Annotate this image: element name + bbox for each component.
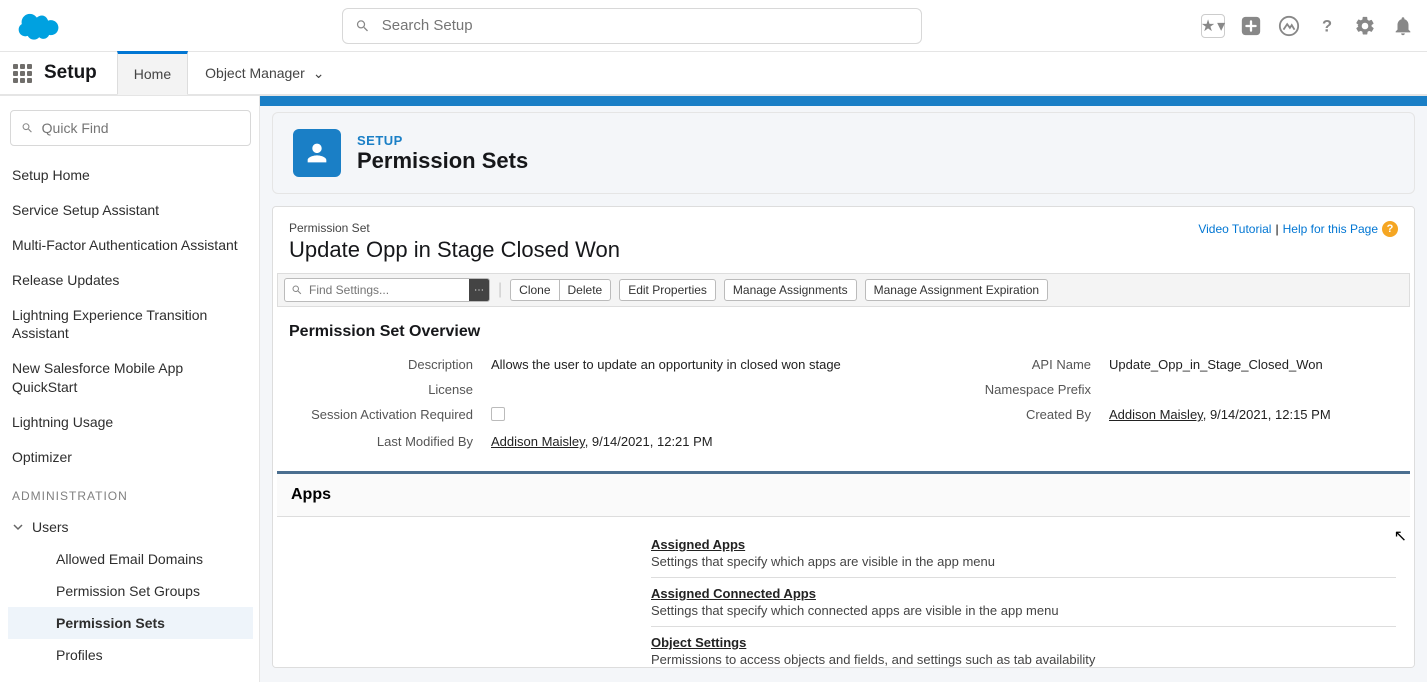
- quick-find[interactable]: [10, 110, 251, 146]
- record-title: Update Opp in Stage Closed Won: [289, 237, 620, 263]
- search-icon: [291, 284, 303, 296]
- field-label: Namespace Prefix: [939, 378, 1099, 401]
- field-value: [483, 403, 937, 428]
- main-content: SETUP Permission Sets Permission Set Upd…: [260, 96, 1427, 682]
- field-value: [1101, 378, 1396, 401]
- delete-button[interactable]: Delete: [559, 279, 612, 301]
- breadcrumb: Permission Set Update Opp in Stage Close…: [289, 221, 620, 263]
- find-settings-go-icon[interactable]: ⋯: [469, 279, 489, 301]
- field-value: Addison Maisley, 9/14/2021, 12:21 PM: [483, 430, 937, 453]
- overview-heading: Permission Set Overview: [289, 323, 1398, 341]
- permission-set-icon: [293, 129, 341, 177]
- field-value: Allows the user to update an opportunity…: [483, 353, 937, 376]
- find-settings[interactable]: ⋯: [284, 278, 490, 302]
- svg-text:?: ?: [1322, 17, 1332, 35]
- trailhead-icon[interactable]: [1277, 14, 1301, 38]
- chevron-down-icon: ⌄: [313, 65, 325, 82]
- sidebar-tree-users[interactable]: Users: [8, 511, 253, 543]
- field-value: Addison Maisley, 9/14/2021, 12:15 PM: [1101, 403, 1396, 428]
- header-utility-icons: ★ ▾ ?: [1201, 14, 1415, 38]
- sidebar-sub-item[interactable]: Profiles: [8, 639, 253, 671]
- sidebar-section-label: ADMINISTRATION: [8, 475, 253, 511]
- field-label: Description: [291, 353, 481, 376]
- search-icon: [355, 18, 370, 34]
- sidebar-item[interactable]: Release Updates: [8, 263, 253, 298]
- setup-sidebar: Setup Home Service Setup Assistant Multi…: [0, 96, 260, 682]
- modified-by-link[interactable]: Addison Maisley: [491, 434, 585, 449]
- sidebar-sub-item-permission-sets[interactable]: Permission Sets: [8, 607, 253, 639]
- sidebar-item[interactable]: Setup Home: [8, 158, 253, 193]
- apps-link-item: Assigned Connected Apps Settings that sp…: [651, 578, 1396, 627]
- checkbox-unchecked-icon: [491, 407, 505, 421]
- help-links: Video Tutorial | Help for this Page ?: [1198, 221, 1398, 237]
- page-title: Permission Sets: [357, 148, 528, 174]
- find-settings-input[interactable]: [309, 283, 469, 297]
- chevron-down-icon: [12, 521, 24, 533]
- apps-link-desc: Settings that specify which apps are vis…: [651, 554, 1396, 569]
- tab-object-manager-label: Object Manager: [205, 65, 305, 81]
- apps-link-desc: Settings that specify which connected ap…: [651, 603, 1396, 618]
- field-value: [483, 378, 937, 401]
- global-header: ★ ▾ ?: [0, 0, 1427, 52]
- overview-section: Permission Set Overview Description Allo…: [273, 307, 1414, 471]
- record-type-label: Permission Set: [289, 221, 620, 235]
- detail-panel: Permission Set Update Opp in Stage Close…: [272, 206, 1415, 668]
- salesforce-logo: [12, 8, 62, 43]
- apps-link-desc: Permissions to access objects and fields…: [651, 652, 1396, 667]
- app-nav: Setup Home Object Manager ⌄: [0, 52, 1427, 96]
- sidebar-item[interactable]: New Salesforce Mobile App QuickStart: [8, 351, 253, 405]
- help-badge-icon[interactable]: ?: [1382, 221, 1398, 237]
- help-icon[interactable]: ?: [1315, 14, 1339, 38]
- apps-link-item: Object Settings Permissions to access ob…: [651, 627, 1396, 668]
- clone-button[interactable]: Clone: [510, 279, 558, 301]
- bell-icon[interactable]: [1391, 14, 1415, 38]
- created-by-link[interactable]: Addison Maisley: [1109, 407, 1203, 422]
- manage-assignments-button[interactable]: Manage Assignments: [724, 279, 857, 301]
- edit-properties-button[interactable]: Edit Properties: [619, 279, 716, 301]
- sidebar-tree-label: Users: [32, 519, 69, 535]
- sidebar-sub-item[interactable]: Permission Set Groups: [8, 575, 253, 607]
- sidebar-item[interactable]: Service Setup Assistant: [8, 193, 253, 228]
- assigned-connected-apps-link[interactable]: Assigned Connected Apps: [651, 586, 1396, 601]
- field-label: Created By: [939, 403, 1099, 428]
- tab-home[interactable]: Home: [117, 51, 188, 95]
- video-tutorial-link[interactable]: Video Tutorial: [1198, 222, 1271, 236]
- manage-expiration-button[interactable]: Manage Assignment Expiration: [865, 279, 1048, 301]
- favorites-button[interactable]: ★ ▾: [1201, 14, 1225, 38]
- sidebar-item[interactable]: Lightning Experience Transition Assistan…: [8, 298, 253, 352]
- field-label: Session Activation Required: [291, 403, 481, 428]
- assigned-apps-link[interactable]: Assigned Apps: [651, 537, 1396, 552]
- search-icon: [21, 121, 34, 135]
- global-search-input[interactable]: [382, 17, 909, 34]
- sidebar-sub-item[interactable]: Allowed Email Domains: [8, 543, 253, 575]
- apps-section: Apps Assigned Apps Settings that specify…: [277, 471, 1410, 668]
- field-label: License: [291, 378, 481, 401]
- page-eyebrow: SETUP: [357, 133, 528, 148]
- sidebar-item[interactable]: Lightning Usage: [8, 405, 253, 440]
- star-icon: ★: [1201, 16, 1215, 36]
- action-toolbar: ⋯ | Clone Delete Edit Properties Manage …: [277, 273, 1410, 307]
- app-launcher-icon[interactable]: [0, 64, 44, 83]
- help-page-link[interactable]: Help for this Page: [1283, 222, 1378, 236]
- app-name: Setup: [44, 62, 97, 84]
- apps-heading: Apps: [277, 474, 1410, 517]
- add-button[interactable]: [1239, 14, 1263, 38]
- tab-object-manager[interactable]: Object Manager ⌄: [188, 51, 341, 95]
- page-header: SETUP Permission Sets: [272, 112, 1415, 194]
- field-label: Last Modified By: [291, 430, 481, 453]
- global-search[interactable]: [342, 8, 922, 44]
- quick-find-input[interactable]: [42, 120, 240, 136]
- apps-link-item: Assigned Apps Settings that specify whic…: [651, 529, 1396, 578]
- sidebar-item[interactable]: Optimizer: [8, 440, 253, 475]
- gear-icon[interactable]: [1353, 14, 1377, 38]
- field-label: API Name: [939, 353, 1099, 376]
- field-value: Update_Opp_in_Stage_Closed_Won: [1101, 353, 1396, 376]
- object-settings-link[interactable]: Object Settings: [651, 635, 1396, 650]
- chevron-down-icon: ▾: [1217, 16, 1225, 36]
- sidebar-item[interactable]: Multi-Factor Authentication Assistant: [8, 228, 253, 263]
